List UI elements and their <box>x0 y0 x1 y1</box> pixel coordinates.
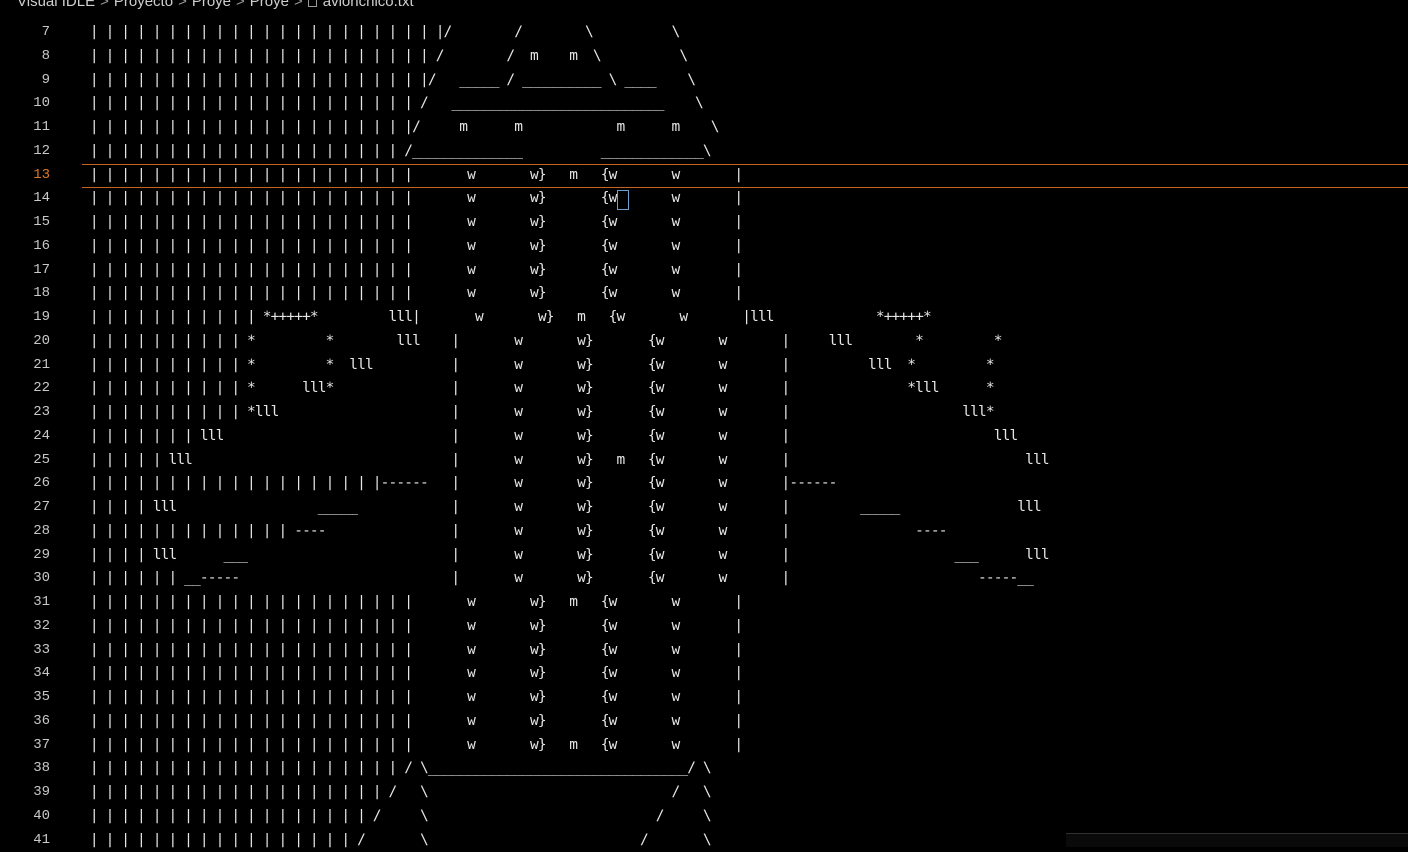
line-number: 7 <box>0 21 58 45</box>
code-line[interactable]: | | | | | | | | | | | | | | | | | | | | … <box>82 639 1049 663</box>
line-number: 17 <box>0 259 58 283</box>
breadcrumb: Visual IDLE > Proyecto > Proye > Proye > avionch… <box>0 0 1408 10</box>
file-icon <box>308 0 317 7</box>
code-line[interactable]: | | | | | | | | | | | | | | | | | | | | … <box>82 282 1049 306</box>
line-number: 27 <box>0 496 58 520</box>
line-number: 38 <box>0 757 58 781</box>
line-number: 10 <box>0 92 58 116</box>
breadcrumb-separator: > <box>236 0 245 10</box>
line-number: 24 <box>0 425 58 449</box>
line-number: 31 <box>0 591 58 615</box>
line-number: 16 <box>0 235 58 259</box>
line-number: 39 <box>0 781 58 805</box>
code-line[interactable]: | | | | | | | | | | | | | | | | | | | | … <box>82 187 1049 211</box>
breadcrumb-item[interactable]: Proye <box>250 0 289 10</box>
code-line[interactable]: | | | | | | | | | | | | | | | | | | | | … <box>82 140 1049 164</box>
line-number: 36 <box>0 710 58 734</box>
breadcrumb-separator: > <box>178 0 187 10</box>
line-number: 23 <box>0 401 58 425</box>
line-number: 15 <box>0 211 58 235</box>
line-number: 32 <box>0 615 58 639</box>
line-number: 9 <box>0 69 58 93</box>
code-line[interactable]: | | | | | | | | | | | | | | | | | | | | … <box>82 116 1049 140</box>
line-number: 8 <box>0 45 58 69</box>
code-line[interactable]: | | | | | | | | | | | | | | | | | | | | … <box>82 164 1049 188</box>
code-line[interactable]: | | | | | lll | w w} m {w w | lll <box>82 449 1049 473</box>
breadcrumb-item[interactable]: Visual IDLE <box>17 0 95 10</box>
code-line[interactable]: | | | | lll ___ | w w} {w w | ___ lll <box>82 544 1049 568</box>
breadcrumb-separator: > <box>100 0 109 10</box>
bracket-match-highlight <box>617 190 629 210</box>
line-number: 13 <box>0 164 58 188</box>
line-number: 22 <box>0 377 58 401</box>
line-number: 40 <box>0 805 58 829</box>
horizontal-scrollbar[interactable] <box>1066 833 1408 847</box>
code-line[interactable]: | | | | | | __----- | w w} {w w | -----_… <box>82 567 1049 591</box>
code-line[interactable]: | | | | | | | | | | | | | | | | | | | | … <box>82 615 1049 639</box>
code-line[interactable]: | | | | | | | | | | | | | | | | | | | | … <box>82 21 1049 45</box>
code-line[interactable]: | | | | | | | | | | | | | | | | | | | | … <box>82 259 1049 283</box>
line-number: 12 <box>0 140 58 164</box>
line-number: 30 <box>0 567 58 591</box>
breadcrumb-separator: > <box>294 0 303 10</box>
line-number: 19 <box>0 306 58 330</box>
code-line[interactable]: | | | | | | | | | | | | | | | | | | / \ … <box>82 805 1049 829</box>
line-number: 18 <box>0 282 58 306</box>
code-line[interactable]: | | | | | | | | | | | | | | | | | | | | … <box>82 662 1049 686</box>
line-number: 41 <box>0 829 58 852</box>
line-number: 34 <box>0 662 58 686</box>
line-number: 11 <box>0 116 58 140</box>
code-line[interactable]: | | | | | | | lll | w w} {w w | lll <box>82 425 1049 449</box>
line-number: 25 <box>0 449 58 473</box>
code-line[interactable]: | | | | | | | | | | *lll | w w} {w w | l… <box>82 401 1049 425</box>
code-line[interactable]: | | | | | | | | | | * * lll | w w} {w w … <box>82 330 1049 354</box>
code-line[interactable]: | | | | | | | | | | | | | | | | | | | | … <box>82 92 1049 116</box>
editor-text-area[interactable]: | | | | | | | | | | | | | | | | | | | | … <box>82 21 1049 852</box>
line-number: 14 <box>0 187 58 211</box>
breadcrumb-file[interactable]: avionchico.txt <box>323 0 414 10</box>
code-line[interactable]: | | | | | | | | | | | | | ---- | w w} {w… <box>82 520 1049 544</box>
breadcrumb-item[interactable]: Proyecto <box>114 0 173 10</box>
code-line[interactable]: | | | | | | | | | | * lll* | w w} {w w |… <box>82 377 1049 401</box>
code-line[interactable]: | | | | | | | | | | * * lll | w w} {w w … <box>82 354 1049 378</box>
code-line[interactable]: | | | | | | | | | | | | | | | | | | | | … <box>82 734 1049 758</box>
code-line[interactable]: | | | | | | | | | | | | | | | | | / \ / … <box>82 829 1049 852</box>
code-line[interactable]: | | | | | | | | | | | | | | | | | | | | … <box>82 591 1049 615</box>
line-number: 29 <box>0 544 58 568</box>
breadcrumb-item[interactable]: Proye <box>192 0 231 10</box>
line-number: 20 <box>0 330 58 354</box>
code-line[interactable]: | | | | | | | | | | | | | | | | | | | | … <box>82 69 1049 93</box>
line-number: 37 <box>0 734 58 758</box>
code-line[interactable]: | | | | | | | | | | | | | | | | | | | | … <box>82 710 1049 734</box>
line-number: 35 <box>0 686 58 710</box>
code-line[interactable]: | | | | | | | | | | | | | | | | | | | | … <box>82 757 1049 781</box>
line-number: 33 <box>0 639 58 663</box>
line-number: 26 <box>0 472 58 496</box>
code-line[interactable]: | | | | | | | | | | | *+++++* lll| w w} … <box>82 306 1049 330</box>
code-line[interactable]: | | | | | | | | | | | | | | | | | | |---… <box>82 472 1049 496</box>
code-line[interactable]: | | | | | | | | | | | | | | | | | | | | … <box>82 211 1049 235</box>
code-line[interactable]: | | | | | | | | | | | | | | | | | | | | … <box>82 235 1049 259</box>
code-line[interactable]: | | | | | | | | | | | | | | | | | | | / … <box>82 781 1049 805</box>
code-line[interactable]: | | | | lll _____ | w w} {w w | _____ ll… <box>82 496 1049 520</box>
line-number: 28 <box>0 520 58 544</box>
line-number-gutter: 7891011121314151617181920212223242526272… <box>0 21 58 852</box>
line-number: 21 <box>0 354 58 378</box>
code-line[interactable]: | | | | | | | | | | | | | | | | | | | | … <box>82 45 1049 69</box>
code-line[interactable]: | | | | | | | | | | | | | | | | | | | | … <box>82 686 1049 710</box>
